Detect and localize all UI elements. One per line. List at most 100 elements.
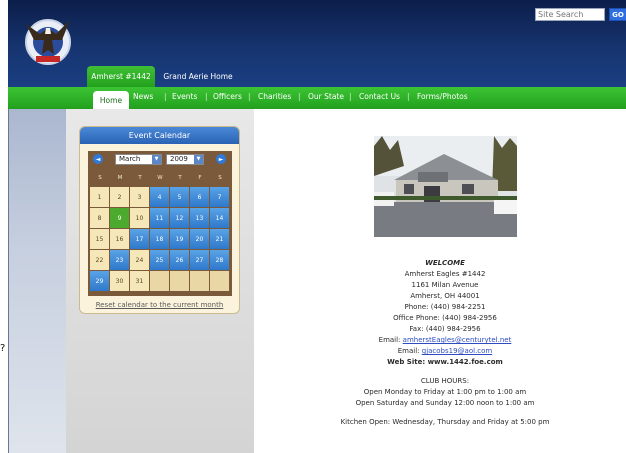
nav-forms-photos[interactable]: Forms/Photos	[417, 92, 468, 101]
tab-amherst[interactable]: Amherst #1442	[87, 66, 155, 87]
calendar-day[interactable]: 22	[90, 250, 109, 270]
weekday-label: T	[178, 175, 182, 181]
weekend-hours: Open Saturday and Sunday 12:00 noon to 1…	[355, 399, 535, 407]
weekday-label: F	[198, 175, 202, 181]
calendar-week: 22 23 24 25 26 27 28	[90, 250, 230, 270]
year-select-value: 2009	[170, 155, 188, 163]
calendar-day-today[interactable]: 9	[110, 208, 129, 228]
nav-separator: |	[298, 92, 301, 101]
calendar-day-empty	[210, 271, 229, 291]
kitchen-hours: Kitchen Open: Wednesday, Thursday and Fr…	[340, 418, 550, 426]
org-name: Amherst Eagles #1442	[404, 270, 486, 278]
calendar-day[interactable]: 19	[170, 229, 189, 249]
phone-number: Phone: (440) 984-2251	[404, 303, 486, 311]
main-nav-bar: Home News | Events | Officers | Charitie…	[8, 87, 626, 109]
nav-separator: |	[248, 92, 251, 101]
calendar-day[interactable]: 11	[150, 208, 169, 228]
club-hours-heading: CLUB HOURS:	[420, 377, 470, 385]
email-line: Email: amherstEagles@centurytel.net	[330, 335, 560, 346]
calendar-day[interactable]: 7	[210, 187, 229, 207]
calendar-day[interactable]: 26	[170, 250, 189, 270]
year-select[interactable]: 2009 ▼	[166, 154, 204, 165]
calendar-week: 29 30 31	[90, 271, 230, 291]
calendar-day[interactable]: 14	[210, 208, 229, 228]
calendar-day[interactable]: 24	[130, 250, 149, 270]
event-calendar: Event Calendar ◄ March ▼ 2009 ▼ ► S M T …	[79, 126, 240, 314]
nav-separator: |	[349, 92, 352, 101]
calendar-day[interactable]: 8	[90, 208, 109, 228]
calendar-day[interactable]: 2	[110, 187, 129, 207]
calendar-day[interactable]: 25	[150, 250, 169, 270]
email2-label: Email:	[397, 347, 420, 355]
calendar-day-empty	[190, 271, 209, 291]
arrow-right-icon[interactable]: ►	[216, 154, 226, 164]
email2-line: Email: gjacobs19@aol.com	[330, 346, 560, 357]
calendar-day[interactable]: 10	[130, 208, 149, 228]
tab-grand-aerie-home[interactable]: Grand Aerie Home	[158, 66, 238, 87]
calendar-week: 1 2 3 4 5 6 7	[90, 187, 230, 207]
chevron-down-icon[interactable]: ▼	[152, 155, 161, 164]
stray-mark: ?	[0, 343, 6, 354]
calendar-day[interactable]: 23	[110, 250, 129, 270]
calendar-day[interactable]: 3	[130, 187, 149, 207]
calendar-day[interactable]: 16	[110, 229, 129, 249]
office-phone: Office Phone: (440) 984-2956	[393, 314, 497, 322]
calendar-day[interactable]: 4	[150, 187, 169, 207]
nav-separator: |	[407, 92, 410, 101]
calendar-day[interactable]: 29	[90, 271, 109, 291]
weekday-hours: Open Monday to Friday at 1:00 pm to 1:00…	[363, 388, 527, 396]
page: GO Amherst #1442 Grand Aerie Home Home N…	[0, 0, 626, 453]
weekday-row: S M T W T F S	[90, 169, 230, 187]
calendar-title: Event Calendar	[80, 127, 239, 144]
calendar-day[interactable]: 20	[190, 229, 209, 249]
reset-calendar-link[interactable]: Reset calendar to the current month	[80, 301, 239, 309]
calendar-day[interactable]: 18	[150, 229, 169, 249]
calendar-frame: ◄ March ▼ 2009 ▼ ► S M T W T F S 1 2 3 4…	[88, 151, 232, 296]
email-link[interactable]: amherstEagles@centurytel.net	[403, 336, 512, 344]
calendar-day[interactable]: 27	[190, 250, 209, 270]
street-address: 1161 Milan Avenue	[411, 281, 479, 289]
month-select-value: March	[119, 155, 141, 163]
calendar-day[interactable]: 6	[190, 187, 209, 207]
calendar-day[interactable]: 30	[110, 271, 129, 291]
calendar-day[interactable]: 17	[130, 229, 149, 249]
left-border-line	[8, 109, 9, 453]
arrow-left-icon[interactable]: ◄	[93, 154, 103, 164]
calendar-day[interactable]: 15	[90, 229, 109, 249]
weekday-label: S	[218, 175, 222, 181]
calendar-day[interactable]: 5	[170, 187, 189, 207]
search-go-button[interactable]: GO	[609, 8, 626, 21]
calendar-week: 15 16 17 18 19 20 21	[90, 229, 230, 249]
month-select[interactable]: March ▼	[115, 154, 162, 165]
email2-link[interactable]: gjacobs19@aol.com	[422, 347, 493, 355]
city-address: Amherst, OH 44001	[410, 292, 480, 300]
eagle-emblem-icon[interactable]	[20, 10, 76, 70]
calendar-day[interactable]: 21	[210, 229, 229, 249]
weekday-label: T	[138, 175, 142, 181]
calendar-day[interactable]: 1	[90, 187, 109, 207]
nav-contact-us[interactable]: Contact Us	[359, 92, 400, 101]
nav-news[interactable]: News	[133, 92, 153, 101]
calendar-day[interactable]: 13	[190, 208, 209, 228]
calendar-week: 8 9 10 11 12 13 14	[90, 208, 230, 228]
nav-officers[interactable]: Officers	[213, 92, 242, 101]
left-decorative-strip	[8, 109, 66, 453]
fax-number: Fax: (440) 984-2956	[409, 325, 481, 333]
chevron-down-icon[interactable]: ▼	[194, 155, 203, 164]
nav-home[interactable]: Home	[93, 91, 129, 109]
nav-separator: |	[164, 92, 167, 101]
calendar-day-empty	[150, 271, 169, 291]
clubhouse-photo	[374, 136, 517, 237]
weekday-label: S	[98, 175, 102, 181]
nav-events[interactable]: Events	[172, 92, 197, 101]
search-input[interactable]	[535, 8, 605, 21]
nav-charities[interactable]: Charities	[258, 92, 291, 101]
calendar-day[interactable]: 12	[170, 208, 189, 228]
calendar-day[interactable]: 28	[210, 250, 229, 270]
website-line: Web Site: www.1442.foe.com	[387, 358, 503, 366]
nav-our-state[interactable]: Our State	[308, 92, 344, 101]
weekday-label: M	[117, 175, 123, 181]
welcome-info: WELCOME Amherst Eagles #1442 1161 Milan …	[330, 258, 560, 428]
calendar-day[interactable]: 31	[130, 271, 149, 291]
